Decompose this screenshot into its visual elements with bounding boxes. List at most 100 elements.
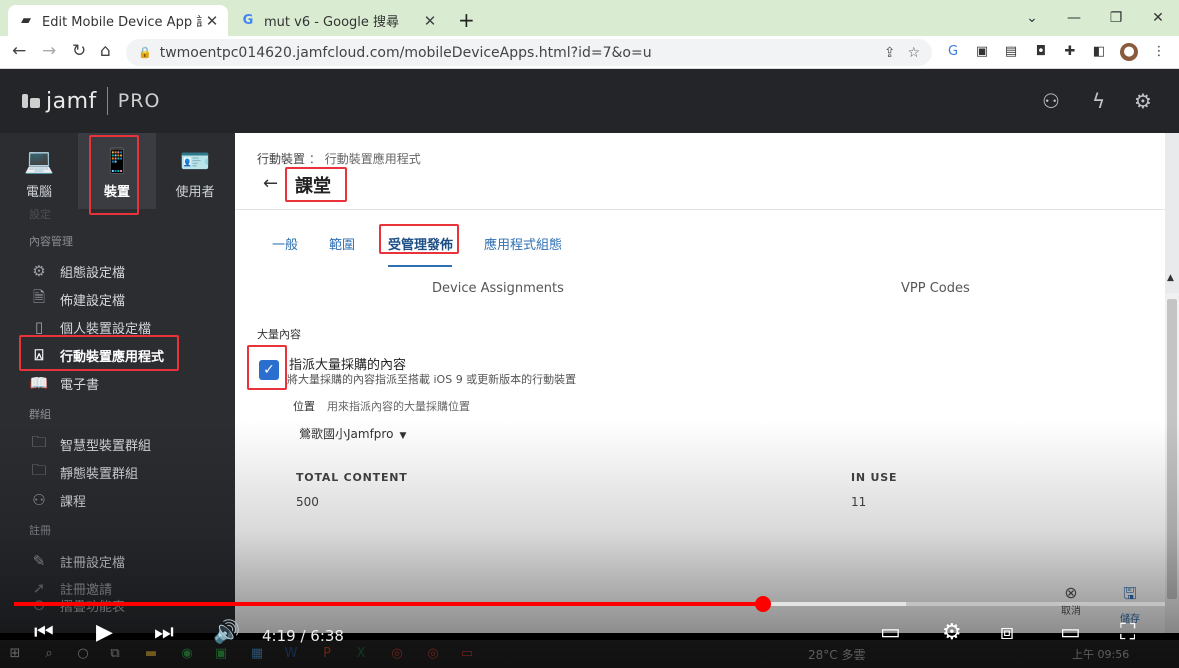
app-icon[interactable]: ▣: [212, 645, 230, 663]
tab-general[interactable]: 一般: [272, 234, 298, 253]
category-users[interactable]: 🪪 使用者: [156, 133, 234, 209]
powerpoint-icon[interactable]: P: [318, 645, 336, 663]
reload-icon[interactable]: ↻: [72, 41, 86, 61]
excel-icon[interactable]: X: [352, 645, 370, 663]
cortana-icon[interactable]: ○: [74, 645, 92, 663]
sidebar-item-ebooks[interactable]: 📖 電子書: [20, 370, 220, 396]
in-use-value: 11: [851, 495, 867, 509]
translate-extension-icon[interactable]: G: [944, 43, 962, 61]
tab-scope[interactable]: 範圍: [329, 234, 355, 253]
previous-video-icon[interactable]: ⏮: [34, 620, 54, 645]
monitor-extension-icon[interactable]: ▤: [1002, 43, 1020, 61]
qr-extension-icon[interactable]: ◘: [1032, 43, 1050, 61]
tab-managed-distribution[interactable]: 受管理發佈: [388, 234, 453, 253]
video-progress-bar[interactable]: [14, 596, 1165, 612]
volume-icon[interactable]: 🔊: [213, 620, 240, 645]
share-icon[interactable]: ⇪: [884, 45, 896, 61]
file-explorer-icon[interactable]: ▬: [142, 645, 160, 663]
home-icon[interactable]: ⌂: [100, 41, 111, 61]
word-icon[interactable]: W: [282, 645, 300, 663]
sidebar-item-label: 註冊設定檔: [60, 555, 126, 571]
played-bar: [14, 602, 764, 606]
scroll-up-arrow-icon[interactable]: ▲: [1167, 273, 1174, 283]
minimize-icon[interactable]: —: [1053, 10, 1095, 26]
window-controls: ⌄ — ❐ ✕: [1011, 0, 1179, 36]
play-icon[interactable]: ▶: [96, 620, 113, 645]
system-clock[interactable]: 上午 09:56: [1072, 646, 1129, 662]
settings-gear-icon[interactable]: ⚙: [942, 620, 962, 645]
sidebar-item-label: 行動裝置應用程式: [60, 349, 165, 365]
location-label: 位置: [293, 400, 315, 413]
sidebar-item-classes[interactable]: ⚇ 課程: [20, 487, 220, 513]
section-groups: 群組: [29, 408, 51, 421]
new-tab-button[interactable]: +: [458, 8, 475, 32]
jamf-header: jamf PRO ⚇ ϟ ⚙: [0, 69, 1179, 133]
weather-widget[interactable]: 28°C 多雲: [808, 646, 865, 663]
side-panel-icon[interactable]: ◧: [1090, 43, 1108, 61]
category-computers[interactable]: 💻 電腦: [0, 133, 78, 209]
breadcrumb-parent[interactable]: 行動裝置: [257, 152, 305, 166]
forward-arrow-icon[interactable]: →: [42, 41, 56, 61]
back-arrow-button[interactable]: ←: [263, 173, 278, 194]
sidebar-item-provisioning-profiles[interactable]: 🗎 佈建設定檔: [20, 286, 220, 312]
location-select[interactable]: 鶯歌國小Jamfpro ▼: [299, 425, 406, 442]
app-store-icon: ⍓: [34, 346, 44, 364]
jamf-pro-logo[interactable]: jamf PRO: [22, 87, 160, 115]
next-video-icon[interactable]: ⏭: [154, 620, 174, 645]
screenshot-extension-icon[interactable]: ▣: [973, 43, 991, 61]
close-window-icon[interactable]: ✕: [1137, 10, 1179, 26]
bookmark-star-icon[interactable]: ☆: [907, 45, 920, 61]
subtab-device-assignments[interactable]: Device Assignments: [432, 281, 564, 296]
lightning-icon[interactable]: ϟ: [1092, 89, 1105, 113]
sidebar-item-mobile-device-apps[interactable]: ⍓ 行動裝置應用程式: [20, 342, 220, 368]
chrome-icon[interactable]: ◎: [388, 645, 406, 663]
url-text: twmoentpc014620.jamfcloud.com/mobileDevi…: [159, 44, 652, 61]
scrollbar-thumb[interactable]: [1167, 299, 1177, 599]
recorder-icon[interactable]: ▭: [458, 645, 476, 663]
app-icon[interactable]: ▦: [248, 645, 266, 663]
tab-search-icon[interactable]: ⌄: [1011, 10, 1053, 26]
browser-menu-icon[interactable]: ⋮: [1150, 43, 1168, 61]
sidebar-item-configuration-profiles[interactable]: ⚙ 組態設定檔: [20, 258, 220, 284]
sidebar-item-personal-device-profiles[interactable]: ▯ 個人裝置設定檔: [20, 314, 220, 340]
settings-gear-icon[interactable]: ⚙: [1134, 89, 1152, 113]
subtab-vpp-codes[interactable]: VPP Codes: [901, 281, 970, 296]
user-account-icon[interactable]: ⚇: [1042, 89, 1060, 113]
restore-icon[interactable]: ❐: [1095, 10, 1137, 26]
back-arrow-icon[interactable]: ←: [12, 41, 26, 61]
fullscreen-icon[interactable]: ⛶: [1120, 620, 1135, 645]
close-tab-icon[interactable]: ✕: [202, 12, 222, 30]
task-view-icon[interactable]: ⧉: [106, 645, 124, 663]
profile-avatar[interactable]: ●: [1120, 43, 1138, 61]
sidebar-item-static-device-groups[interactable]: 🗀 靜態裝置群組: [20, 459, 220, 485]
content-scrollbar[interactable]: ▲: [1165, 273, 1179, 633]
sidebar-item-smart-device-groups[interactable]: 🗀 智慧型裝置群組: [20, 431, 220, 457]
theater-mode-icon[interactable]: ▭: [1060, 620, 1081, 645]
clipped-sidebar-text: 設定: [29, 208, 51, 221]
category-devices[interactable]: 📱 裝置: [78, 133, 156, 209]
windows-start-icon[interactable]: ⊞: [6, 645, 24, 663]
document-icon: 🗎: [32, 287, 46, 306]
address-bar[interactable]: 🔒 twmoentpc014620.jamfcloud.com/mobileDe…: [126, 39, 932, 66]
cancel-button[interactable]: ⊗ 取消: [1061, 583, 1081, 617]
browser-tab-jamf[interactable]: ▰ Edit Mobile Device App 課堂** ✕: [8, 5, 228, 36]
category-label: 電腦: [25, 185, 52, 200]
puzzle-extensions-icon[interactable]: ✚: [1061, 43, 1079, 61]
line-app-icon[interactable]: ◉: [178, 645, 196, 663]
assign-volume-content-checkbox[interactable]: ✓: [259, 360, 279, 380]
in-use-header: IN USE: [851, 471, 898, 484]
browser-tab-google[interactable]: G mut v6 - Google 搜尋 ✕: [230, 5, 446, 36]
jamf-favicon-icon: ▰: [21, 13, 31, 28]
chrome-icon[interactable]: ◎: [424, 645, 442, 663]
search-icon[interactable]: ⌕: [40, 645, 58, 663]
subtitles-icon[interactable]: ▭: [880, 620, 901, 645]
classes-icon: ⚇: [32, 491, 46, 509]
logo-divider: [106, 87, 108, 115]
close-tab-icon[interactable]: ✕: [420, 12, 440, 30]
miniplayer-icon[interactable]: ⧈: [1000, 620, 1014, 645]
lock-icon[interactable]: 🔒: [138, 46, 152, 59]
sidebar-item-enrollment-profiles[interactable]: ✎ 註冊設定檔: [20, 548, 220, 574]
breadcrumb-current[interactable]: 行動裝置應用程式: [325, 152, 421, 166]
tab-app-configuration[interactable]: 應用程式組態: [484, 234, 562, 253]
user-card-icon: 🪪: [180, 147, 210, 175]
